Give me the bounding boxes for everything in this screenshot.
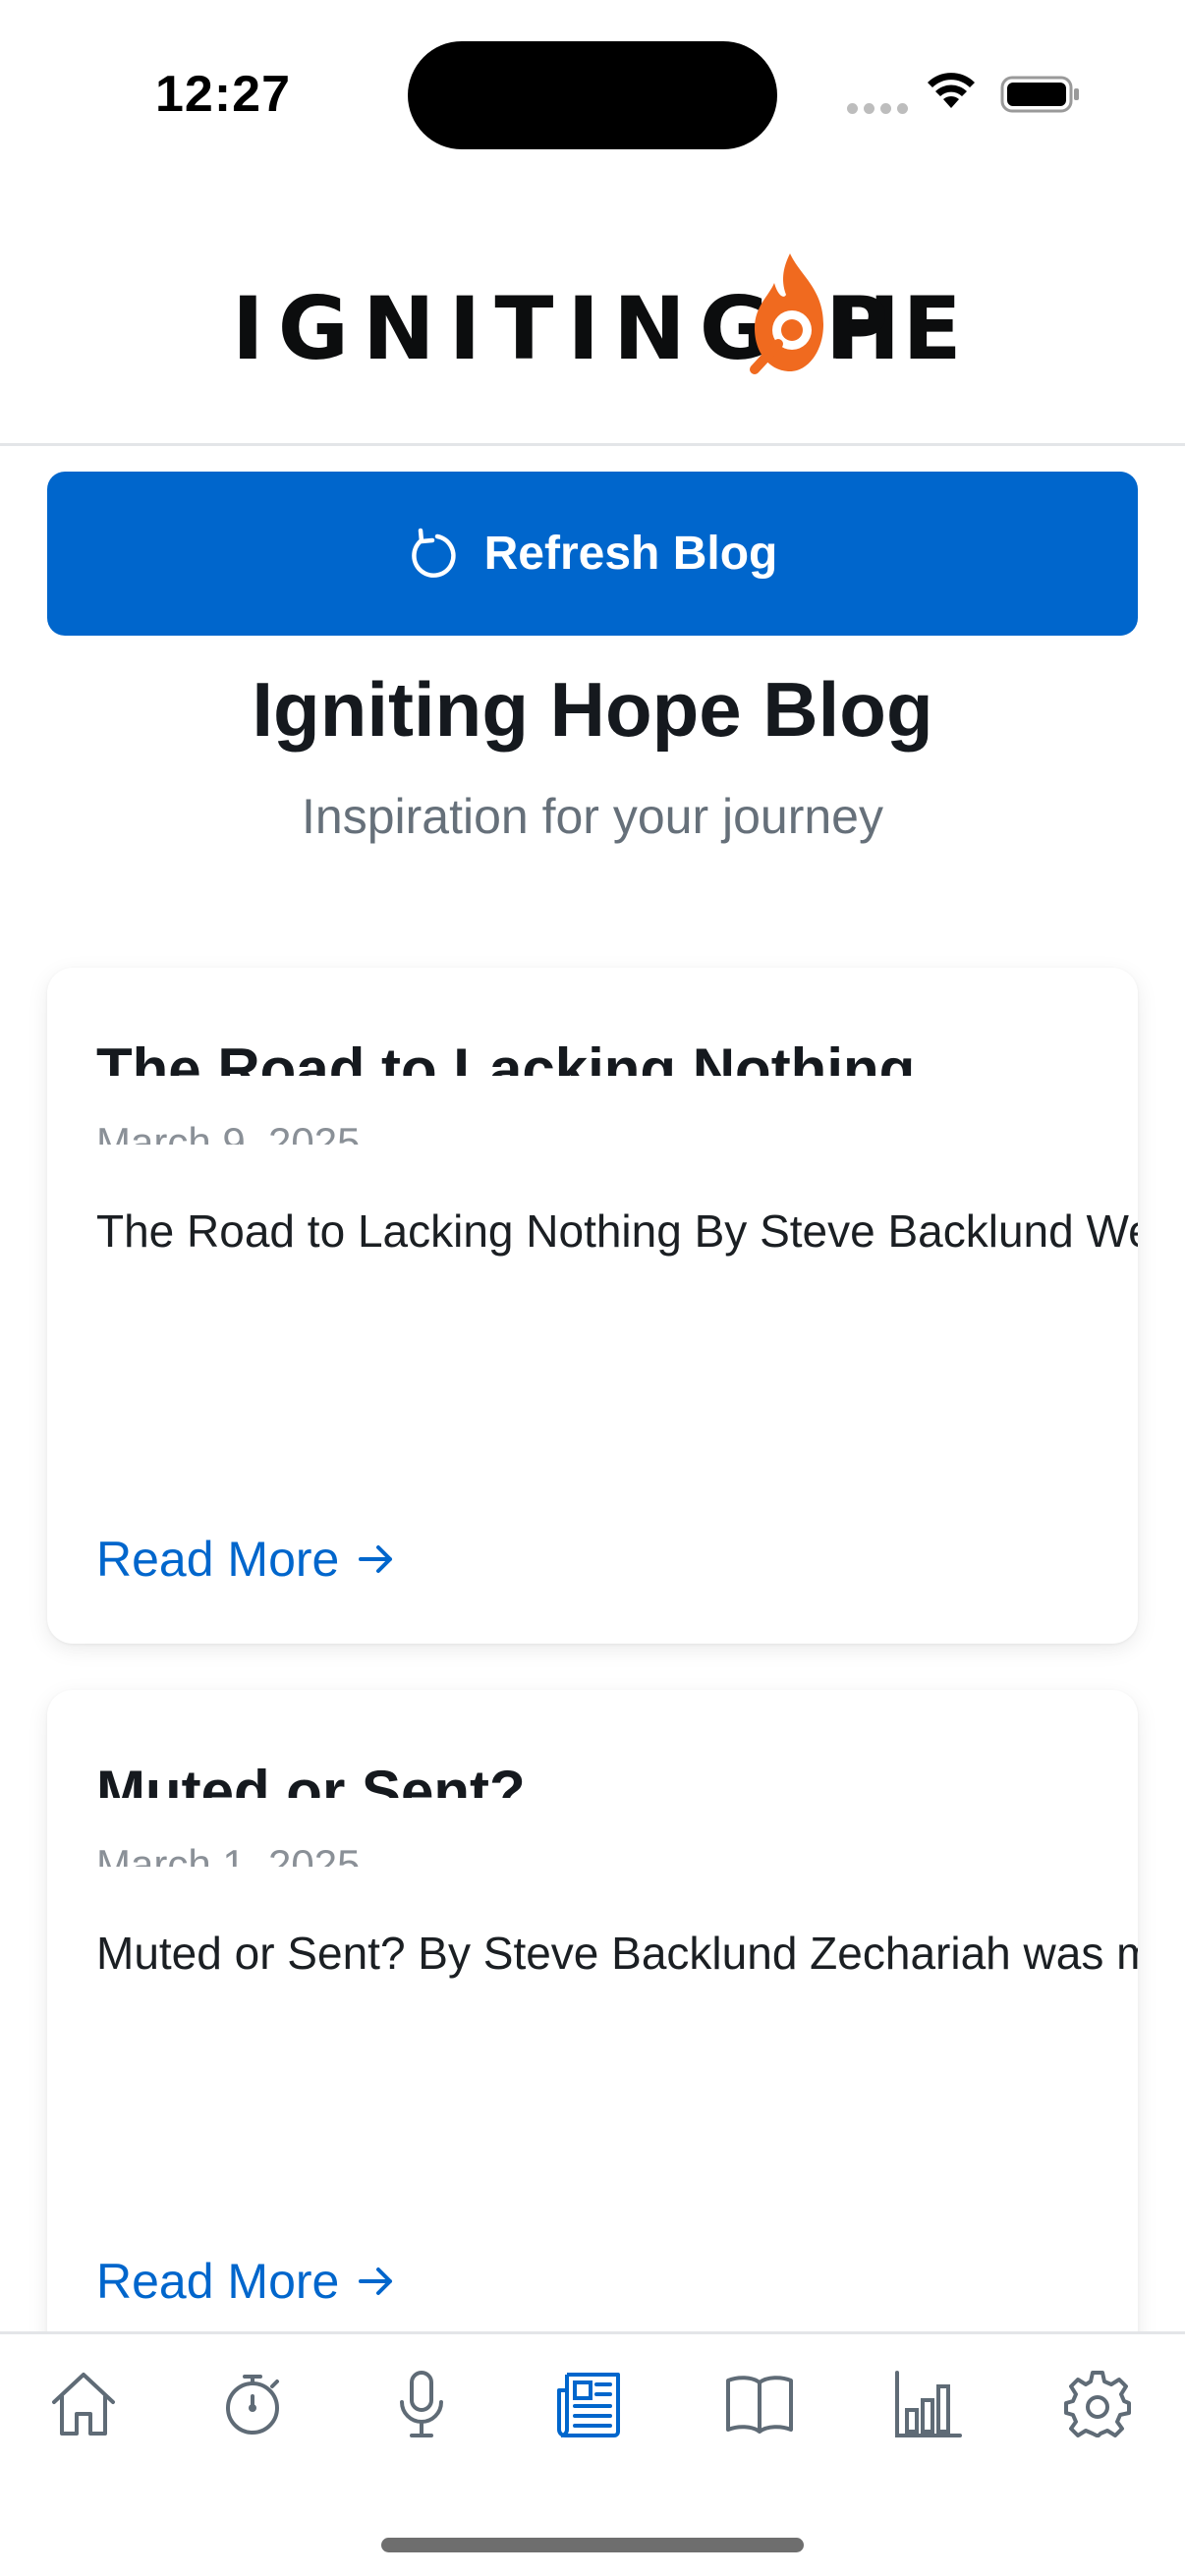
refresh-blog-button[interactable]: Refresh Blog [47,472,1138,636]
tab-stats[interactable] [884,2360,973,2448]
post-title: Muted or Sent? [96,1759,526,1798]
status-bar: 12:27 [0,0,1185,187]
read-more-label: Read More [96,2254,340,2309]
post-date: March 9, 2025 [96,1119,361,1145]
post-excerpt: The Road to Lacking Nothing By Steve Bac… [96,1205,1138,1257]
arrow-right-icon [359,2268,393,2295]
tab-podcast[interactable] [377,2360,466,2448]
refresh-blog-label: Refresh Blog [483,528,778,580]
home-icon [52,2373,115,2436]
arrow-right-icon [359,1545,393,1573]
tab-settings[interactable] [1053,2360,1142,2448]
app-header: IGNITING H PE [0,187,1185,446]
blog-post-card[interactable]: Muted or Sent? March 1, 2025 Muted or Se… [47,1690,1138,2366]
gear-icon [1064,2371,1131,2437]
tab-blog[interactable] [546,2360,635,2448]
wifi-icon [928,73,975,108]
bar-chart-icon [895,2371,962,2437]
flame-o-icon [750,253,823,374]
read-more-label: Read More [96,1532,340,1587]
post-excerpt: Muted or Sent? By Steve Backlund Zechari… [96,1928,1138,1979]
tab-timer[interactable] [208,2360,297,2448]
page-title: Igniting Hope Blog [252,666,933,753]
refresh-icon [411,528,456,578]
newspaper-icon [557,2373,620,2437]
blog-post-card[interactable]: The Road to Lacking Nothing March 9, 202… [47,968,1138,1644]
stopwatch-icon [226,2375,279,2435]
post-date: March 1, 2025 [96,1841,361,1867]
tab-library[interactable] [715,2360,804,2448]
home-indicator[interactable] [381,2538,804,2552]
igniting-hope-logo: IGNITING H PE [232,253,962,383]
read-more-link[interactable]: Read More [96,1528,396,1591]
tab-home[interactable] [39,2360,128,2448]
cellular-signal-icon [847,103,908,114]
read-more-link[interactable]: Read More [96,2250,396,2313]
status-time: 12:27 [155,66,291,123]
dynamic-island [408,41,777,149]
microphone-icon [400,2371,443,2437]
page-subtitle: Inspiration for your journey [302,789,883,844]
post-title: The Road to Lacking Nothing [96,1036,916,1076]
battery-icon [1000,76,1079,113]
book-icon [726,2376,793,2434]
